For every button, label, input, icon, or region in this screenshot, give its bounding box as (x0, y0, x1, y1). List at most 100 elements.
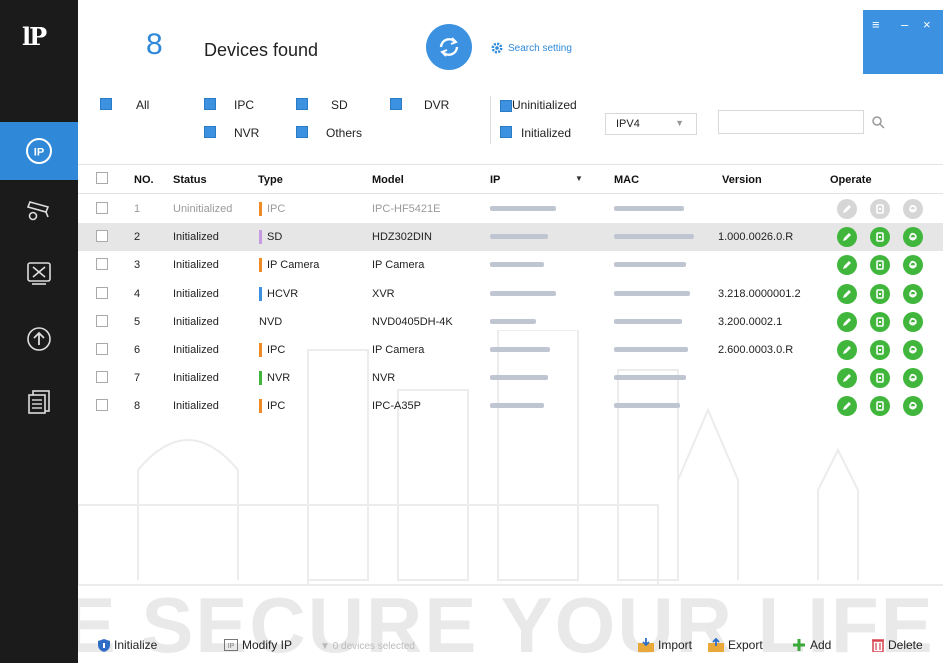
edit-button[interactable] (837, 368, 857, 389)
filter-initialized-label: Initialized (521, 126, 572, 140)
row-checkbox[interactable] (96, 399, 108, 412)
row-ip-redacted (490, 234, 548, 240)
web-browser-button[interactable] (903, 340, 923, 360)
add-button[interactable]: Add (792, 638, 831, 652)
web-browser-button[interactable] (903, 283, 923, 304)
sidebar: lP IP (0, 0, 78, 663)
ip-version-value: IPV4 (616, 118, 640, 130)
device-detail-button[interactable] (870, 227, 890, 248)
search-button[interactable] (864, 110, 892, 134)
refresh-button[interactable] (426, 24, 472, 70)
search-input[interactable] (718, 110, 864, 134)
web-browser-button[interactable] (903, 199, 923, 219)
col-status[interactable]: Status (173, 174, 207, 186)
add-label: Add (810, 638, 832, 652)
search-setting-link[interactable]: Search setting (490, 41, 572, 55)
web-browser-button[interactable] (903, 396, 923, 417)
filter-sd-checkbox[interactable] (296, 98, 308, 110)
table-row[interactable]: 5 Initialized NVD NVD0405DH-4K 3.200.0002.1 (78, 308, 943, 336)
row-mac-redacted (614, 347, 688, 352)
nav-documents[interactable] (0, 372, 78, 430)
delete-button[interactable]: Delete (872, 638, 923, 652)
nav-tools[interactable] (0, 244, 78, 302)
device-detail-button[interactable] (870, 340, 890, 360)
col-no[interactable]: NO. (134, 174, 154, 186)
table-row[interactable]: 2 Initialized SD HDZ302DIN 1.000.0026.0.R (78, 223, 943, 252)
row-type: IP Camera (267, 259, 320, 272)
filter-uninitialized-label: Uninitialized (512, 98, 577, 112)
nav-upgrade[interactable] (0, 310, 78, 368)
edit-button[interactable] (837, 340, 857, 360)
filter-initialized-checkbox[interactable] (500, 126, 512, 138)
close-button[interactable]: × (923, 17, 931, 32)
device-detail-button[interactable] (870, 255, 890, 276)
row-checkbox[interactable] (96, 258, 108, 271)
browser-e-icon (908, 204, 917, 213)
filter-ipc-checkbox[interactable] (204, 98, 216, 110)
table-row[interactable]: 8 Initialized IPC IPC-A35P (78, 392, 943, 420)
device-detail-button[interactable] (870, 396, 890, 417)
row-checkbox[interactable] (96, 202, 108, 214)
filter-nvr-checkbox[interactable] (204, 126, 216, 138)
web-browser-button[interactable] (903, 227, 923, 248)
edit-button[interactable] (837, 396, 857, 417)
col-ip[interactable]: IP (490, 174, 500, 186)
row-status: Initialized (173, 259, 219, 272)
edit-button[interactable] (837, 311, 857, 332)
row-checkbox[interactable] (96, 314, 108, 327)
row-model: HDZ302DIN (372, 231, 432, 244)
select-all-checkbox[interactable] (96, 172, 108, 184)
web-browser-button[interactable] (903, 311, 923, 332)
row-type: NVR (267, 372, 291, 385)
row-model: XVR (372, 287, 395, 300)
modify-ip-button[interactable]: IP Modify IP (224, 638, 292, 652)
row-model: IPC-A35P (372, 400, 421, 413)
web-browser-button[interactable] (903, 255, 923, 276)
ip-version-select[interactable]: IPV4 ▼ (605, 113, 697, 135)
row-checkbox[interactable] (96, 286, 108, 299)
row-checkbox[interactable] (96, 371, 108, 384)
col-mac[interactable]: MAC (614, 174, 639, 186)
row-mac-redacted (614, 234, 694, 240)
device-detail-button[interactable] (870, 283, 890, 304)
filter-all-checkbox[interactable] (100, 98, 112, 110)
menu-icon[interactable]: ≡ (872, 17, 880, 32)
svg-text:IP: IP (228, 643, 235, 650)
col-version[interactable]: Version (722, 174, 762, 186)
table-row[interactable]: 7 Initialized NVR NVR (78, 364, 943, 392)
row-mac-redacted (614, 206, 684, 211)
filter-dvr-checkbox[interactable] (390, 98, 402, 110)
device-detail-button[interactable] (870, 199, 890, 219)
edit-button[interactable] (837, 255, 857, 276)
sort-arrow-icon[interactable]: ▼ (575, 174, 583, 183)
filter-others-checkbox[interactable] (296, 126, 308, 138)
edit-button[interactable] (837, 199, 857, 219)
edit-button[interactable] (837, 283, 857, 304)
table-header: NO. Status Type Model IP ▼ MAC Version O… (78, 164, 943, 194)
nav-device-config[interactable] (0, 180, 78, 238)
col-model[interactable]: Model (372, 174, 404, 186)
delete-label: Delete (888, 638, 923, 652)
device-detail-button[interactable] (870, 311, 890, 332)
initialize-button[interactable]: Initialize (98, 638, 157, 652)
edit-button[interactable] (837, 227, 857, 248)
filter-ipc-label: IPC (234, 98, 255, 112)
browser-e-icon (908, 233, 917, 241)
nav-ip-search[interactable]: IP (0, 122, 78, 180)
row-checkbox[interactable] (96, 230, 108, 243)
table-row[interactable]: 4 Initialized HCVR XVR 3.218.0000001.2 (78, 280, 943, 308)
table-row[interactable]: 6 Initialized IPC IP Camera 2.600.0003.0.R (78, 336, 943, 364)
export-button[interactable]: Export (708, 638, 763, 652)
minimize-button[interactable]: – (901, 17, 908, 32)
col-type[interactable]: Type (258, 174, 283, 186)
table-row[interactable]: 1 Uninitialized IPC IPC-HF5421E (78, 195, 943, 223)
import-button[interactable]: Import (638, 638, 692, 652)
row-no: 7 (134, 372, 141, 385)
table-row[interactable]: 3 Initialized IP Camera IP Camera (78, 251, 943, 279)
web-browser-button[interactable] (903, 368, 923, 389)
col-operate: Operate (830, 174, 872, 186)
device-detail-button[interactable] (870, 368, 890, 389)
filter-uninitialized-checkbox[interactable] (500, 100, 512, 112)
browser-e-icon (908, 345, 917, 354)
row-checkbox[interactable] (96, 343, 108, 355)
